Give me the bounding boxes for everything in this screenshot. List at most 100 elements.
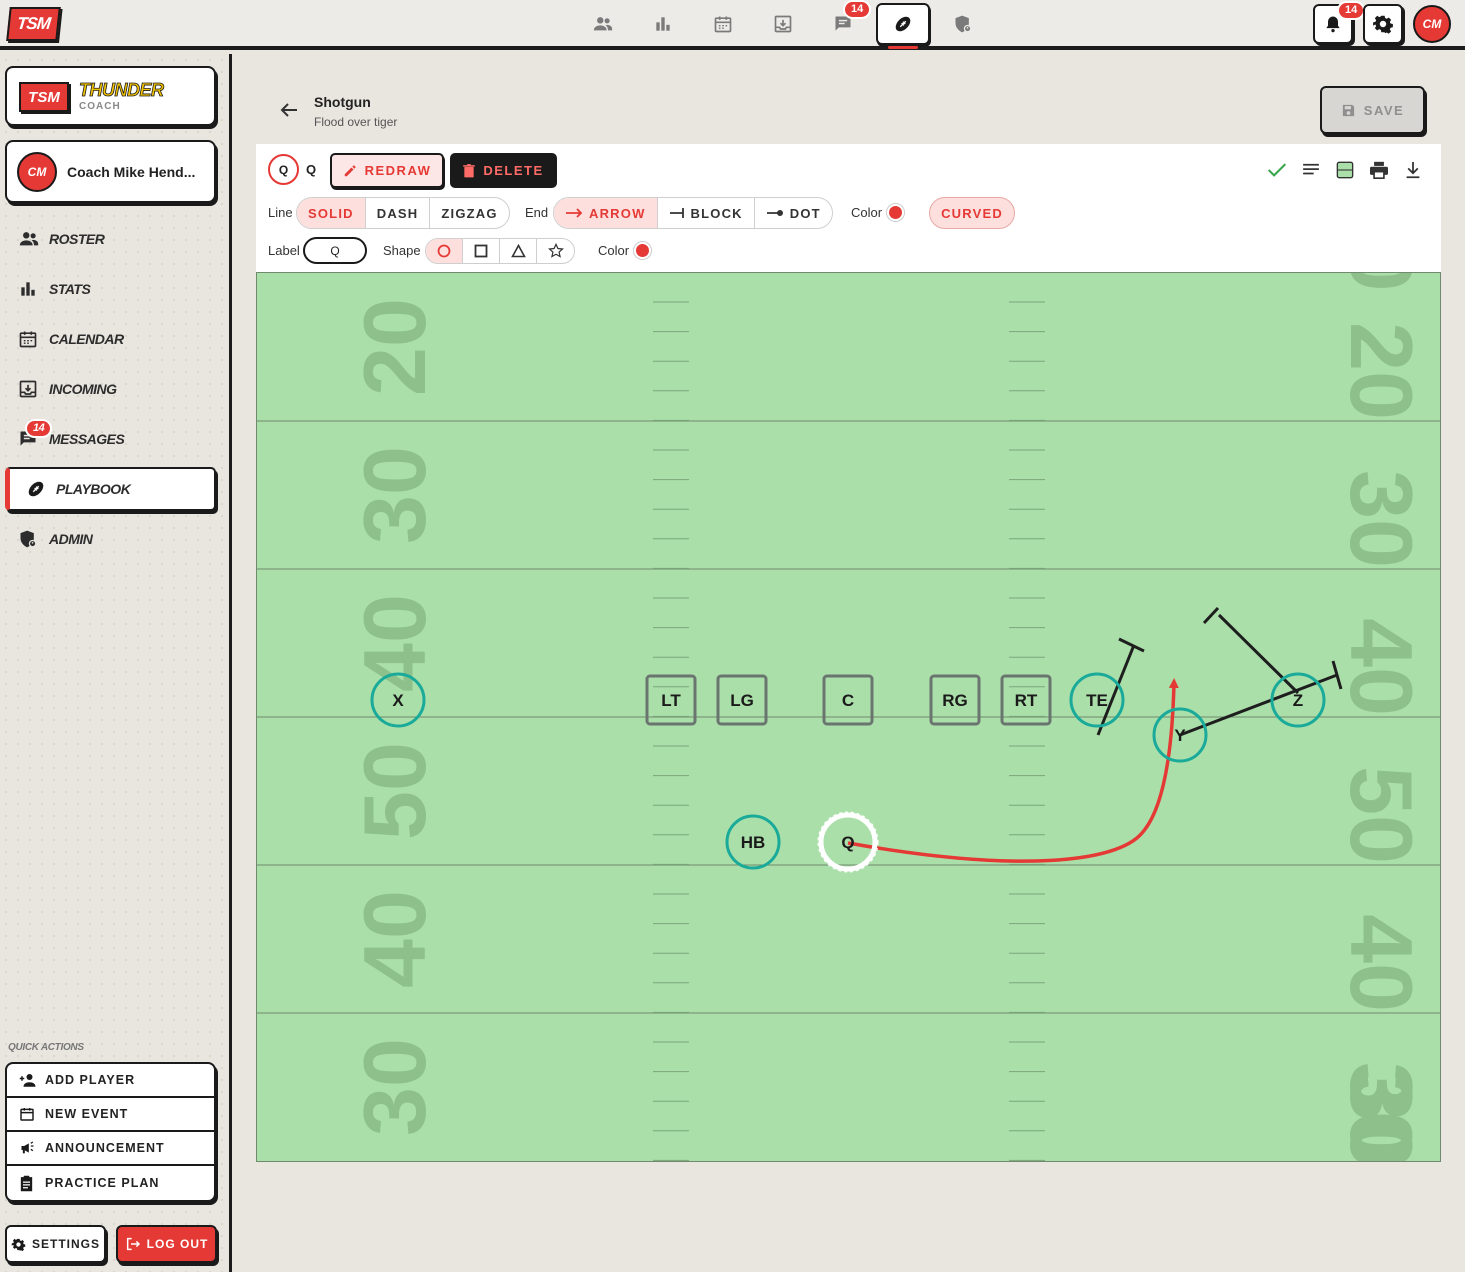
user-card[interactable]: CM Coach Mike Hend...: [5, 140, 216, 203]
topnav-stats[interactable]: [633, 3, 693, 45]
add-player-button[interactable]: ADD PLAYER: [7, 1064, 214, 1098]
shape-color-swatch[interactable]: [634, 242, 651, 259]
topnav-roster[interactable]: [573, 3, 633, 45]
yard-number-right: 30: [1332, 470, 1431, 568]
new-event-button[interactable]: NEW EVENT: [7, 1098, 214, 1132]
back-button[interactable]: [277, 98, 301, 122]
logout-icon: [125, 1236, 141, 1252]
inbox-icon: [773, 14, 793, 34]
team-brand-card[interactable]: TSM THUNDER COACH: [5, 66, 216, 126]
checkmark-icon[interactable]: [1267, 160, 1287, 180]
quick-action-label: NEW EVENT: [45, 1107, 129, 1121]
sidebar-nav: ROSTER STATS CALENDAR INCOMING MESSAGES 1…: [5, 214, 216, 564]
end-arrow-option[interactable]: ARROW: [554, 198, 658, 228]
announcement-button[interactable]: ANNOUNCEMENT: [7, 1132, 214, 1166]
inbox-icon: [18, 379, 40, 399]
player-label-input[interactable]: Q: [303, 237, 367, 264]
yard-number-right: 20: [1332, 322, 1431, 420]
play-title: Shotgun: [314, 94, 371, 110]
user-avatar[interactable]: CM: [1413, 5, 1451, 43]
sidebar-item-roster[interactable]: ROSTER: [5, 214, 216, 264]
logout-button[interactable]: LOG OUT: [116, 1225, 217, 1263]
settings-button[interactable]: SETTINGS: [5, 1225, 106, 1263]
line-color-swatch[interactable]: [887, 204, 904, 221]
selected-player-token: Q: [268, 154, 299, 185]
gear-icon: [11, 1237, 26, 1252]
field-view-icon[interactable]: [1335, 160, 1355, 180]
shape-circle-option[interactable]: [426, 239, 463, 263]
notes-lines-icon[interactable]: [1301, 160, 1321, 180]
practice-plan-button[interactable]: PRACTICE PLAN: [7, 1166, 214, 1200]
sidebar-item-playbook[interactable]: PLAYBOOK: [5, 467, 216, 511]
redraw-button[interactable]: REDRAW: [330, 153, 444, 188]
topnav-incoming[interactable]: [753, 3, 813, 45]
sidebar-item-label: MESSAGES: [49, 431, 125, 447]
notifications-button[interactable]: 14: [1313, 1, 1366, 44]
save-disk-icon: [1341, 103, 1356, 118]
save-button[interactable]: SAVE: [1320, 86, 1425, 134]
football-icon: [892, 13, 914, 35]
end-dot-label: DOT: [789, 205, 821, 221]
messages-badge: 14: [843, 0, 872, 19]
quick-actions-title: QUICK ACTIONS: [8, 1042, 84, 1053]
sidebar-item-incoming[interactable]: INCOMING: [5, 364, 216, 414]
messages-badge: 14: [25, 419, 53, 438]
shape-star-option[interactable]: [537, 239, 574, 263]
end-dot-option[interactable]: DOT: [755, 198, 832, 228]
quick-action-label: ADD PLAYER: [45, 1073, 136, 1087]
calendar-icon: [19, 1106, 37, 1122]
calendar-icon: [18, 329, 40, 349]
top-nav: 14: [573, 0, 993, 49]
yard-number-right-partial: 30: [1332, 1072, 1431, 1161]
shape-triangle-option[interactable]: [500, 239, 537, 263]
player-label: Y: [1174, 726, 1186, 745]
shape-square-option[interactable]: [463, 239, 500, 263]
topnav-playbook[interactable]: [876, 3, 930, 49]
yard-number-right: 40: [1332, 618, 1431, 716]
curved-toggle[interactable]: CURVED: [929, 197, 1015, 229]
dot-end-icon: [766, 208, 784, 218]
sidebar-item-label: CALENDAR: [49, 331, 124, 347]
topnav-admin[interactable]: [933, 3, 993, 45]
line-solid-option[interactable]: SOLID: [297, 198, 366, 228]
color-label: Color: [851, 205, 883, 220]
sidebar-item-label: INCOMING: [49, 381, 117, 397]
line-end-selector: ARROW BLOCK DOT: [553, 197, 833, 229]
sidebar-item-messages[interactable]: MESSAGES 14: [5, 414, 216, 464]
end-block-option[interactable]: BLOCK: [658, 198, 755, 228]
play-field[interactable]: 203040504030 203040504030030 XLTLGCRGRTT…: [256, 272, 1441, 1162]
triangle-shape-icon: [510, 244, 526, 258]
sidebar-item-calendar[interactable]: CALENDAR: [5, 314, 216, 364]
end-arrow-label: ARROW: [589, 205, 646, 221]
yard-number-left: 40: [345, 594, 444, 692]
sidebar-item-label: ROSTER: [49, 231, 105, 247]
save-label: SAVE: [1363, 102, 1405, 118]
play-editor-toolbar: Q Q REDRAW DELETE Line SOLID DASH ZIGZAG…: [256, 144, 1441, 272]
sidebar-item-stats[interactable]: STATS: [5, 264, 216, 314]
topnav-messages[interactable]: 14: [813, 0, 873, 45]
arrow-left-icon: [277, 98, 301, 122]
settings-gear-button[interactable]: [1363, 4, 1403, 44]
line-dash-option[interactable]: DASH: [366, 198, 431, 228]
download-icon[interactable]: [1403, 160, 1423, 180]
admin-shield-icon: [18, 529, 40, 549]
shape-selector: [425, 238, 575, 264]
end-block-label: BLOCK: [690, 205, 743, 221]
topnav-calendar[interactable]: [693, 3, 753, 45]
yard-number-right: 50: [1332, 766, 1431, 864]
shape-color-label: Color: [598, 243, 630, 258]
quick-action-label: PRACTICE PLAN: [45, 1176, 160, 1190]
field-canvas[interactable]: 203040504030 203040504030030 XLTLGCRGRTT…: [257, 273, 1440, 1161]
app-logo[interactable]: TSM: [6, 7, 61, 41]
pencil-icon: [343, 164, 357, 178]
user-name: Coach Mike Hend...: [67, 163, 196, 180]
sidebar-item-admin[interactable]: ADMIN: [5, 514, 216, 564]
delete-button[interactable]: DELETE: [450, 153, 557, 188]
line-zigzag-option[interactable]: ZIGZAG: [430, 198, 508, 228]
player-label: RG: [942, 691, 968, 710]
print-icon[interactable]: [1369, 160, 1389, 180]
sidebar-item-label: STATS: [49, 281, 91, 297]
player-label: X: [392, 691, 404, 710]
trash-icon: [463, 163, 476, 178]
calendar-icon: [713, 14, 733, 34]
